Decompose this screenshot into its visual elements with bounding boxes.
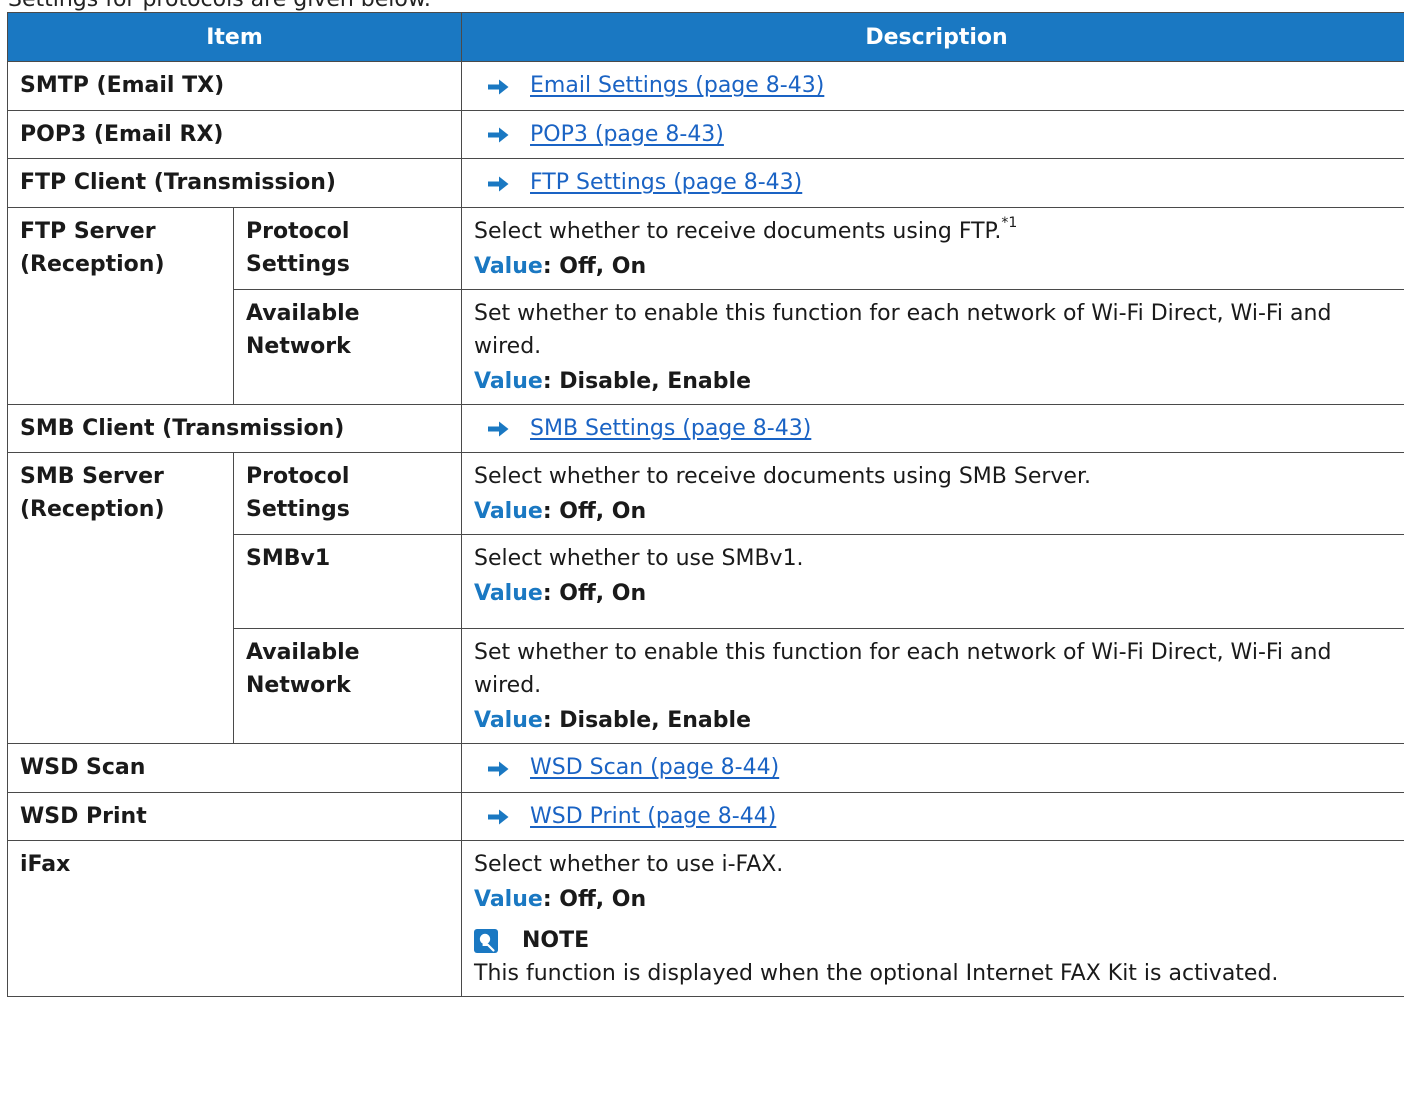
desc-wsd-scan: WSD Scan (page 8-44) (461, 743, 1404, 793)
ifax-text: Select whether to use i-FAX. (474, 852, 784, 877)
item-wsd-scan: WSD Scan (6, 743, 463, 793)
header-item: Item (6, 12, 463, 62)
header-description: Description (461, 12, 1404, 62)
smbv1-text: Select whether to use SMBv1. (474, 546, 804, 571)
arrow-right-icon (488, 127, 509, 143)
arrow-right-icon (488, 761, 509, 776)
arrow-right-icon (488, 421, 509, 437)
arrow-right-icon (488, 176, 509, 191)
desc-smbv1: Select whether to use SMBv1. Value: Off,… (461, 534, 1404, 629)
value-line: Value: Off, On (474, 887, 647, 912)
desc-wsd-print: WSD Print (page 8-44) (461, 791, 1404, 841)
sub-smbv1: SMBv1 (232, 534, 463, 629)
desc-ftp-client: FTP Settings (page 8-43) (461, 158, 1404, 208)
value-line: Value: Disable, Enable (474, 368, 751, 394)
ftp-protocol-text: Select whether to receive documents usin… (474, 218, 1002, 244)
table-row: iFax Select whether to use i-FAX. Value:… (6, 840, 1404, 997)
ftp-network-text: Set whether to enable this function for … (474, 300, 1332, 359)
note-heading: NOTE (474, 924, 1403, 957)
value-line: Value: Off, On (474, 253, 647, 279)
partial-heading: Settings for protocols are given below. (8, 0, 431, 12)
arrow-right-icon (488, 809, 509, 825)
table-row: SMB Server (Reception) Protocol Settings… (7, 452, 1404, 744)
item-ftp-client: FTP Client (Transmission) (6, 158, 463, 208)
item-smb-client: SMB Client (Transmission) (6, 403, 463, 453)
smb-protocol-text: Select whether to receive documents usin… (474, 464, 1091, 489)
link-ftp-settings[interactable]: FTP Settings (page 8-43) (530, 166, 802, 199)
item-wsd-print: WSD Print (6, 791, 463, 841)
table-header-row: Item Description (6, 12, 1404, 62)
desc-ftp-available-network: Set whether to enable this function for … (461, 288, 1404, 405)
link-email-settings[interactable]: Email Settings (page 8-43) (530, 69, 824, 102)
link-wsd-scan[interactable]: WSD Scan (page 8-44) (530, 751, 779, 784)
link-wsd-print[interactable]: WSD Print (page 8-44) (530, 800, 776, 833)
desc-pop3: POP3 (page 8-43) (461, 109, 1404, 159)
table-row: WSD Scan WSD Scan (page 8-44) (6, 743, 1404, 793)
table-row: FTP Server (Reception) Protocol Settings… (7, 206, 1404, 405)
desc-smb-protocol-settings: Select whether to receive documents usin… (461, 452, 1404, 535)
link-pop3[interactable]: POP3 (page 8-43) (530, 118, 724, 151)
link-smb-settings[interactable]: SMB Settings (page 8-43) (530, 412, 811, 445)
footnote-marker: *1 (1001, 215, 1018, 232)
sub-smb-protocol-settings: Protocol Settings (232, 452, 463, 535)
desc-ftp-protocol-settings: Select whether to receive documents usin… (461, 206, 1404, 290)
table-row: POP3 (Email RX) POP3 (page 8-43) (6, 109, 1404, 159)
value-line: Value: Off, On (474, 581, 647, 606)
item-ifax: iFax (6, 840, 463, 997)
table-row: WSD Print WSD Print (page 8-44) (6, 791, 1404, 841)
protocol-settings-table: Item Description SMTP (Email TX) Email S… (6, 12, 1404, 997)
desc-ifax: Select whether to use i-FAX. Value: Off,… (461, 840, 1404, 997)
item-pop3: POP3 (Email RX) (6, 109, 463, 159)
value-line: Value: Disable, Enable (474, 708, 751, 733)
smb-network-text: Set whether to enable this function for … (474, 640, 1332, 698)
desc-smb-client: SMB Settings (page 8-43) (461, 403, 1404, 453)
desc-smb-available-network: Set whether to enable this function for … (461, 628, 1404, 744)
value-line: Value: Off, On (474, 499, 647, 524)
note-text: This function is displayed when the opti… (474, 961, 1279, 986)
item-smtp: SMTP (Email TX) (6, 61, 463, 111)
sub-smb-available-network: Available Network (232, 628, 463, 744)
desc-smtp: Email Settings (page 8-43) (461, 61, 1404, 111)
arrow-right-icon (488, 79, 509, 94)
table-row: SMTP (Email TX) Email Settings (page 8-4… (6, 61, 1404, 111)
item-smb-server: SMB Server (Reception) (7, 452, 234, 744)
table-row: SMB Client (Transmission) SMB Settings (… (6, 403, 1404, 453)
item-ftp-server: FTP Server (Reception) (7, 206, 234, 405)
sub-ftp-available-network: Available Network (232, 288, 463, 405)
note-lightbulb-icon (474, 928, 499, 953)
sub-ftp-protocol-settings: Protocol Settings (232, 206, 463, 290)
table-row: FTP Client (Transmission) FTP Settings (… (6, 158, 1404, 208)
